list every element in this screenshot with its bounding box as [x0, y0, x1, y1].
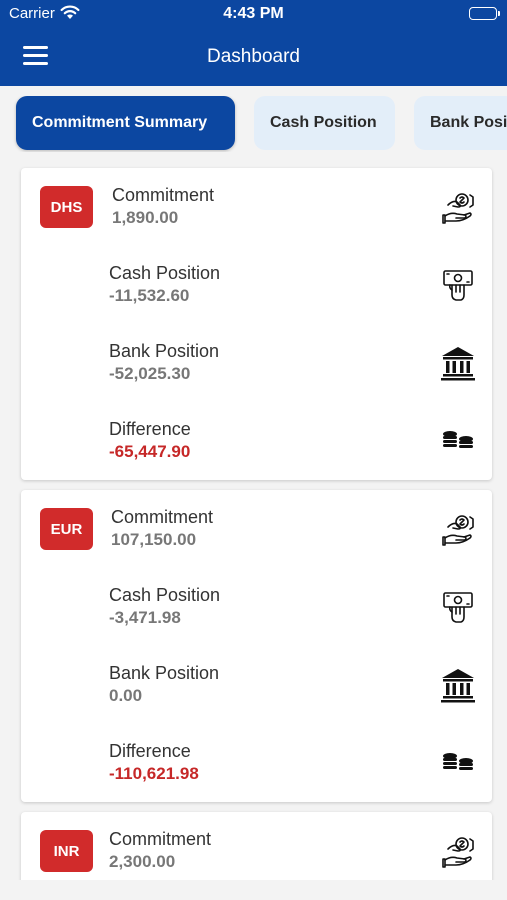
battery-icon	[469, 7, 500, 20]
currency-badge: DHS	[40, 186, 93, 228]
item-label: Difference	[109, 741, 191, 761]
tab-cash-position[interactable]: Cash Position	[254, 96, 395, 150]
tab-bar: Commitment Summary Cash Position Bank Po…	[0, 96, 507, 152]
item-label: Bank Position	[109, 341, 220, 361]
item-value: -52,025.30	[109, 364, 191, 383]
difference-row: Difference -110,621.98	[109, 740, 409, 786]
difference-value: -65,447.90	[109, 442, 191, 461]
item-value: 1,890.00	[112, 208, 179, 227]
item-value: -11,532.60	[109, 286, 190, 305]
item-label: Bank Position	[109, 663, 220, 683]
item-value: 2,300.00	[109, 852, 176, 871]
coins-icon	[439, 744, 477, 782]
currency-card-dhs: DHS Commitment 1,890.00 Cash Position -1…	[21, 168, 492, 480]
status-bar: Carrier 4:43 PM	[0, 0, 507, 28]
item-label: Cash Position	[109, 263, 221, 283]
cash-in-hand-icon	[439, 266, 477, 304]
cash-position-row: Cash Position -11,532.60	[109, 262, 409, 308]
commitment-row: Commitment 1,890.00	[112, 184, 412, 230]
item-label: Commitment	[112, 185, 215, 205]
item-label: Commitment	[111, 507, 214, 527]
summary-list: DHS Commitment 1,890.00 Cash Position -1…	[0, 160, 507, 880]
commitment-row: Commitment 107,150.00	[111, 506, 411, 552]
tab-commitment-summary[interactable]: Commitment Summary	[16, 96, 235, 150]
cash-position-row: Cash Position -3,471.98	[109, 584, 409, 630]
item-value: -3,471.98	[109, 608, 181, 627]
bank-icon	[439, 666, 477, 704]
bank-position-row: Bank Position -52,025.30	[109, 340, 409, 386]
tab-bank-position[interactable]: Bank Position	[414, 96, 507, 150]
item-label: Difference	[109, 419, 191, 439]
cash-in-hand-icon	[439, 588, 477, 626]
commitment-handshake-icon	[439, 832, 477, 870]
commitment-row: Commitment 2,300.00	[109, 828, 409, 874]
item-value: 0.00	[109, 686, 143, 705]
commitment-handshake-icon	[439, 188, 477, 226]
currency-badge: INR	[40, 830, 93, 872]
app-header: Carrier 4:43 PM Dashboard	[0, 0, 507, 86]
page-title: Dashboard	[207, 46, 300, 67]
item-value: 107,150.00	[111, 530, 197, 549]
difference-value: -110,621.98	[109, 764, 199, 783]
currency-badge: EUR	[40, 508, 93, 550]
item-label: Cash Position	[109, 585, 221, 605]
difference-row: Difference -65,447.90	[109, 418, 409, 464]
item-label: Commitment	[109, 829, 212, 849]
coins-icon	[439, 422, 477, 460]
currency-card-eur: EUR Commitment 107,150.00 Cash Position …	[21, 490, 492, 802]
bank-icon	[439, 344, 477, 382]
currency-card-inr: INR Commitment 2,300.00	[21, 812, 492, 880]
status-time: 4:43 PM	[223, 5, 284, 22]
bank-position-row: Bank Position 0.00	[109, 662, 409, 708]
commitment-handshake-icon	[439, 510, 477, 548]
